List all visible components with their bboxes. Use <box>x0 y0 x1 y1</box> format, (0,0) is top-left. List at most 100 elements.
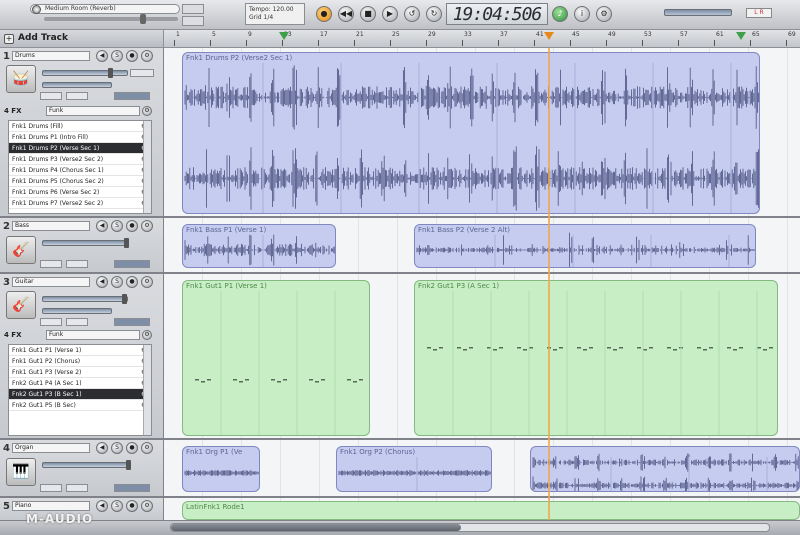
metronome-button[interactable]: ♪ <box>552 6 568 22</box>
midi-clip[interactable]: LatinFnk1 Rode1 <box>182 501 800 520</box>
loop-button[interactable]: ↺ <box>404 6 420 22</box>
loop-list-item[interactable]: Fnk1 Gut1 P3 (Verse 2)⊕ <box>9 367 151 378</box>
organ-icon[interactable]: 🎹 <box>6 458 36 486</box>
track-settings-icon[interactable]: ⚙ <box>141 500 153 512</box>
add-track-bar[interactable]: + Add Track <box>0 30 164 48</box>
audio-clip[interactable]: Fnk1 Org P1 (Ve <box>182 446 260 492</box>
audio-clip[interactable]: Fnk1 Bass P1 (Verse 1) <box>182 224 336 268</box>
drum-kit-icon[interactable]: 🥁 <box>6 65 36 93</box>
loop-list-item[interactable]: Fnk1 Drums P7 (Verse2 Sec 2)⊕ <box>9 198 151 209</box>
tempo-grid-box[interactable]: Tempo: 120.00 Grid 1/4 <box>245 3 305 25</box>
midi-clip[interactable]: Fnk2 Gut1 P3 (A Sec 1) <box>414 280 778 436</box>
add-track-icon[interactable]: + <box>4 34 14 44</box>
loop-list-item[interactable]: Fnk1 Drums P5 (Chorus Sec 2)⊕ <box>9 176 151 187</box>
info-button[interactable]: i <box>574 6 590 22</box>
audio-clip[interactable]: Fnk1 Bass P2 (Verse 2 Alt) <box>414 224 756 268</box>
track-name-field[interactable]: Piano <box>12 501 90 511</box>
track-pan-slider[interactable] <box>42 82 112 88</box>
loop-list-item[interactable]: Fnk2 Gut1 P3 (B Sec 1)⊕ <box>9 389 151 400</box>
audio-clip[interactable]: Fnk1 Org P2 (Chorus) <box>336 446 492 492</box>
track-name-field[interactable]: Bass <box>12 221 90 231</box>
track-record-icon[interactable]: ● <box>126 276 138 288</box>
audio-clip[interactable] <box>530 446 800 492</box>
track-name-field[interactable]: Organ <box>12 443 90 453</box>
track-volume-thumb[interactable] <box>126 460 131 470</box>
track-lane-guitar[interactable]: Fnk1 Gut1 P1 (Verse 1) Fnk2 Gut1 P3 (A S… <box>164 274 800 440</box>
arrange-area[interactable]: Fnk1 Drums P2 (Verse2 Sec 1) Fnk1 Bass P… <box>164 48 800 520</box>
timeline-ruler[interactable]: 1 5 9 13 17 21 25 29 33 37 41 45 49 53 57 61 65 69 <box>164 30 800 48</box>
track-lane-bass[interactable]: Fnk1 Bass P1 (Verse 1) Fnk1 Bass P2 (Ver… <box>164 218 800 274</box>
loop-list-item[interactable]: Fnk1 Drums P3 (Verse2 Sec 2)⊕ <box>9 154 151 165</box>
loop-list-item[interactable]: Fnk1 Drums P6 (Verse Sec 2)⊕ <box>9 187 151 198</box>
track-pan-center[interactable] <box>66 318 88 326</box>
track-volume-thumb[interactable] <box>122 294 127 304</box>
loop-list-item[interactable]: Fnk1 Drums (Fill)⊕ <box>9 121 151 132</box>
track-record-icon[interactable]: ● <box>126 500 138 512</box>
track-solo-icon[interactable]: S <box>111 500 123 512</box>
record-button[interactable]: ● <box>316 6 332 22</box>
track-pan-center[interactable] <box>66 484 88 492</box>
track-solo-icon[interactable]: S <box>111 220 123 232</box>
loop-list-scrollbar[interactable] <box>143 345 151 435</box>
track-volume-slider[interactable] <box>42 462 128 468</box>
track-solo-icon[interactable]: S <box>111 276 123 288</box>
track-volume-slider[interactable] <box>42 296 128 302</box>
midi-clip[interactable]: Fnk1 Gut1 P1 (Verse 1) <box>182 280 370 436</box>
track-volume-slider[interactable] <box>42 240 128 246</box>
track-pan-center[interactable] <box>66 260 88 268</box>
loop-list-item[interactable]: Fnk1 Gut1 P2 (Chorus)⊕ <box>9 356 151 367</box>
track-mute-icon[interactable]: ◀ <box>96 500 108 512</box>
rewind-button[interactable]: ◀◀ <box>338 6 354 22</box>
track-mute-icon[interactable]: ◀ <box>96 220 108 232</box>
horizontal-scroll-thumb[interactable] <box>171 524 461 531</box>
loop-list-item[interactable]: Fnk1 Gut1 P1 (Verse 1)⊕ <box>9 345 151 356</box>
audio-clip[interactable]: Fnk1 Drums P2 (Verse2 Sec 1) <box>182 52 760 214</box>
track-record-icon[interactable]: ● <box>126 442 138 454</box>
track-record-icon[interactable]: ● <box>126 50 138 62</box>
fx-label[interactable]: 4 FX <box>4 330 22 340</box>
track-name-field[interactable]: Drums <box>12 51 90 61</box>
track-pan-center[interactable] <box>66 92 88 100</box>
track-mute-icon[interactable]: ◀ <box>96 50 108 62</box>
track-record-icon[interactable]: ● <box>126 220 138 232</box>
track-name-field[interactable]: Guitar <box>12 277 90 287</box>
electric-guitar-icon[interactable]: 🎸 <box>6 291 36 319</box>
track-mute-icon[interactable]: ◀ <box>96 442 108 454</box>
track-lane-piano[interactable]: LatinFnk1 Rode1 <box>164 498 800 520</box>
cycle-button[interactable]: ↻ <box>426 6 442 22</box>
track-settings-icon[interactable]: ⚙ <box>141 220 153 232</box>
track-settings-icon[interactable]: ⚙ <box>141 276 153 288</box>
loop-list-item[interactable]: Fnk2 Gut1 P4 (A Sec 1)⊕ <box>9 378 151 389</box>
loop-list-scrollbar[interactable] <box>143 121 151 213</box>
settings-button[interactable]: ⚙ <box>596 6 612 22</box>
play-button[interactable]: ▶ <box>382 6 398 22</box>
fx-preset-select[interactable]: Funk <box>46 106 140 116</box>
reverb-slider-thumb[interactable] <box>140 14 146 24</box>
playhead-marker[interactable] <box>544 32 554 40</box>
track-settings-icon[interactable]: ⚙ <box>141 50 153 62</box>
master-volume-slider[interactable] <box>664 9 732 16</box>
track-pan-slider[interactable] <box>42 308 112 314</box>
bass-guitar-icon[interactable]: 🎸 <box>6 236 36 264</box>
track-volume-slider[interactable] <box>42 70 128 76</box>
loop-list-item[interactable]: Fnk1 Drums P2 (Verse Sec 1)⊕ <box>9 143 151 154</box>
track-lane-drums[interactable]: Fnk1 Drums P2 (Verse2 Sec 1) <box>164 48 800 218</box>
track-pan-left[interactable] <box>40 260 62 268</box>
loop-list-item[interactable]: Fnk1 Drums P4 (Chorus Sec 1)⊕ <box>9 165 151 176</box>
playhead[interactable] <box>548 48 550 520</box>
reverb-slider[interactable] <box>44 17 178 21</box>
track-pan-left[interactable] <box>40 318 62 326</box>
fx-settings-icon[interactable]: ⚙ <box>142 330 152 340</box>
track-mute-icon[interactable]: ◀ <box>96 276 108 288</box>
horizontal-scrollbar[interactable] <box>170 523 770 532</box>
track-pan-left[interactable] <box>40 92 62 100</box>
track-pan-left[interactable] <box>40 484 62 492</box>
fx-settings-icon[interactable]: ⚙ <box>142 106 152 116</box>
loop-list-item[interactable]: Fnk1 Drums P1 (Intro Fill)⊕ <box>9 132 151 143</box>
loop-list-item[interactable]: Fnk2 Gut1 P5 (B Sec)⊕ <box>9 400 151 411</box>
reverb-knob-icon[interactable] <box>32 5 41 14</box>
track-solo-icon[interactable]: S <box>111 50 123 62</box>
track-volume-thumb[interactable] <box>108 68 113 78</box>
track-volume-thumb[interactable] <box>124 238 129 248</box>
fx-preset-select[interactable]: Funk <box>46 330 140 340</box>
